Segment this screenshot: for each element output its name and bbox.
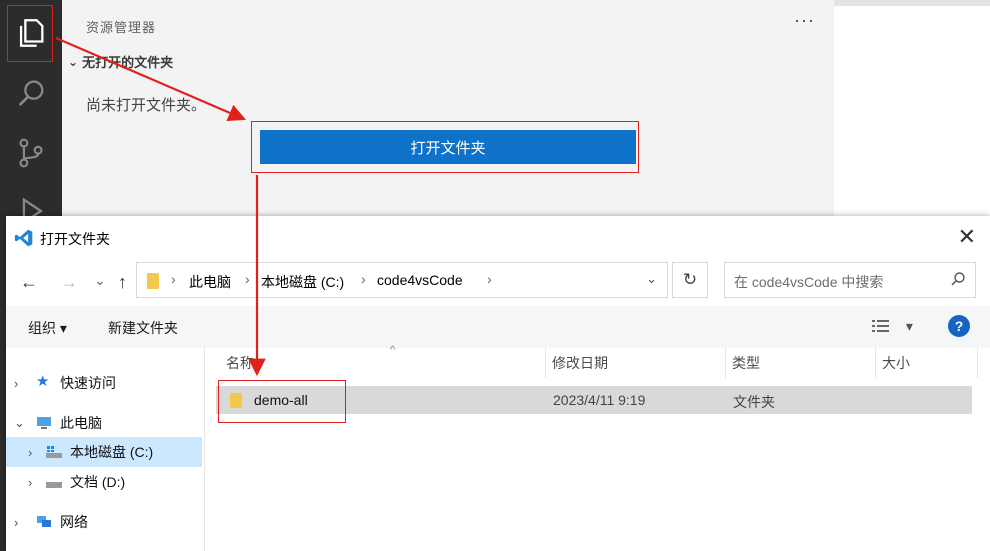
network-icon xyxy=(37,516,51,527)
nav-item-label: 本地磁盘 (C:) xyxy=(70,444,154,460)
close-icon[interactable]: ✕ xyxy=(958,224,976,250)
chevron-down-icon: ▾ xyxy=(905,318,913,334)
nav-item-label: 此电脑 xyxy=(60,415,102,431)
file-name: demo-all xyxy=(254,392,308,408)
chevron-down-icon[interactable]: ⌄ xyxy=(646,271,657,287)
search-icon xyxy=(18,80,44,106)
search-box[interactable]: 在 code4vsCode 中搜索 xyxy=(724,262,976,298)
breadcrumb-code4vscode[interactable]: code4vsCode xyxy=(377,272,463,288)
organize-menu-button[interactable]: 组织 ▾ xyxy=(28,318,67,338)
vscode-logo-icon xyxy=(14,229,33,247)
expand-icon[interactable]: › xyxy=(14,515,18,530)
files-icon xyxy=(19,19,44,47)
expand-icon[interactable]: ⌄ xyxy=(14,415,25,431)
recent-locations-button[interactable]: ⌄ xyxy=(94,272,106,289)
drive-d-icon xyxy=(46,482,62,488)
address-bar[interactable]: › 此电脑 › 本地磁盘 (C:) › code4vsCode › ⌄ xyxy=(136,262,668,298)
dialog-title-bar: 打开文件夹 ✕ xyxy=(6,216,990,258)
nav-item-network[interactable]: › 网络 xyxy=(6,507,202,537)
column-header-type[interactable]: 类型 xyxy=(726,348,876,378)
source-control-activity-button[interactable] xyxy=(0,124,62,182)
breadcrumb-separator: › xyxy=(171,271,176,287)
new-folder-button[interactable]: 新建文件夹 xyxy=(108,318,178,338)
back-button[interactable]: ← xyxy=(20,272,38,293)
column-label: 类型 xyxy=(732,355,760,371)
search-activity-button[interactable] xyxy=(0,64,62,122)
expand-icon[interactable]: › xyxy=(28,445,32,460)
column-header-modified[interactable]: 修改日期 xyxy=(546,348,726,378)
breadcrumb-this-pc[interactable]: 此电脑 xyxy=(189,272,231,292)
open-folder-button[interactable]: 打开文件夹 xyxy=(260,130,636,164)
folder-icon xyxy=(230,393,242,408)
explorer-activity-button[interactable] xyxy=(0,4,62,62)
nav-item-label: 快速访问 xyxy=(60,375,116,391)
search-icon xyxy=(951,272,965,286)
sidebar-title: 资源管理器 xyxy=(86,20,157,35)
breadcrumb-local-disk[interactable]: 本地磁盘 (C:) xyxy=(261,272,344,292)
nav-item-this-pc[interactable]: ⌄ 此电脑 xyxy=(6,408,202,438)
open-folder-dialog: 打开文件夹 ✕ ← → ⌄ ↑ › 此电脑 › 本地磁盘 (C:) › code… xyxy=(6,216,990,551)
table-row[interactable]: demo-all 2023/4/11 9:19 文件夹 xyxy=(216,386,972,414)
dialog-title: 打开文件夹 xyxy=(40,231,110,247)
file-type: 文件夹 xyxy=(733,394,775,410)
folder-icon xyxy=(147,273,159,289)
nav-item-local-disk-c[interactable]: › 本地磁盘 (C:) xyxy=(6,437,202,467)
view-options-button[interactable]: ▾ xyxy=(872,318,913,335)
help-icon[interactable]: ? xyxy=(948,315,970,337)
no-folder-section-header[interactable]: ⌄ 无打开的文件夹 xyxy=(68,52,173,71)
forward-button[interactable]: → xyxy=(60,272,78,293)
section-title: 无打开的文件夹 xyxy=(82,55,174,70)
no-folder-message: 尚未打开文件夹。 xyxy=(86,97,207,114)
navigation-row: ← → ⌄ ↑ › 此电脑 › 本地磁盘 (C:) › code4vsCode … xyxy=(6,258,990,306)
nav-item-documents-d[interactable]: › 文档 (D:) xyxy=(6,467,202,497)
nav-item-label: 网络 xyxy=(60,514,88,530)
nav-item-quick-access[interactable]: › ★ 快速访问 xyxy=(6,368,202,398)
dialog-toolbar: 组织 ▾ 新建文件夹 ▾ ? xyxy=(6,306,990,348)
more-actions-button[interactable]: ··· xyxy=(794,10,815,31)
source-control-icon xyxy=(19,138,43,168)
search-placeholder: 在 code4vsCode 中搜索 xyxy=(734,274,884,290)
breadcrumb-separator: › xyxy=(245,271,250,287)
column-header-name[interactable]: 名称 ^ xyxy=(220,344,546,378)
view-details-icon xyxy=(872,320,889,332)
file-modified: 2023/4/11 9:19 xyxy=(553,392,646,408)
star-icon: ★ xyxy=(36,373,50,390)
refresh-button[interactable]: ↻ xyxy=(672,262,708,298)
breadcrumb-separator: › xyxy=(361,271,366,287)
column-header-size[interactable]: 大小 xyxy=(876,348,978,378)
column-label: 大小 xyxy=(882,355,910,371)
navigation-pane: › ★ 快速访问 ⌄ 此电脑 › 本地磁盘 (C:) › 文档 (D:) › 网… xyxy=(6,348,205,551)
column-label: 名称 xyxy=(226,355,254,371)
file-list: 名称 ^ 修改日期 类型 大小 demo-all 2023/4/11 9:19 … xyxy=(204,344,990,551)
computer-icon xyxy=(37,417,51,429)
column-label: 修改日期 xyxy=(552,355,608,371)
chevron-down-icon: ⌄ xyxy=(68,54,79,69)
nav-item-label: 文档 (D:) xyxy=(70,474,126,490)
expand-icon[interactable]: › xyxy=(28,475,32,490)
expand-icon[interactable]: › xyxy=(14,376,18,391)
drive-c-icon xyxy=(46,446,62,458)
sort-ascending-icon: ^ xyxy=(390,344,396,356)
breadcrumb-separator: › xyxy=(487,271,492,287)
up-button[interactable]: ↑ xyxy=(118,272,127,293)
